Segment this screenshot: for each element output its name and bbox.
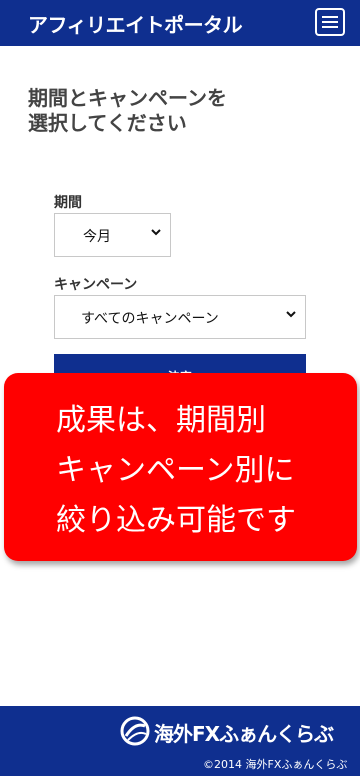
campaign-select-value: すべてのキャンペーン — [81, 311, 219, 327]
footer-logo-text: 海外FXふぁんくらぶ — [154, 722, 334, 746]
hamburger-menu-icon — [322, 16, 338, 18]
period-select-value: 今月 — [83, 229, 111, 245]
callout-line-2: キャンペーン別に — [56, 453, 295, 488]
callout-line-1: 成果は、期間別 — [56, 403, 266, 438]
app-header: アフィリエイトポータル — [0, 0, 360, 46]
swirl-logo-icon — [120, 716, 150, 746]
app-title: アフィリエイトポータル — [28, 13, 243, 37]
page-title: 期間とキャンペーンを 選択してください — [28, 86, 227, 135]
campaign-select[interactable]: すべてのキャンペーン — [54, 295, 306, 339]
callout-line-3: 絞り込み可能です — [56, 503, 296, 538]
app-footer: 海外FXふぁんくらぶ ©2014 海外FXふぁんくらぶ — [0, 706, 360, 776]
feature-callout: 成果は、期間別 キャンペーン別に 絞り込み可能です — [4, 373, 357, 561]
period-select[interactable]: 今月 — [54, 213, 171, 257]
hamburger-menu-button[interactable] — [315, 8, 345, 36]
period-label: 期間 — [54, 195, 82, 211]
copyright-text: ©2014 海外FXふぁんくらぶ — [203, 758, 348, 771]
chevron-down-icon — [151, 229, 161, 236]
chevron-down-icon — [286, 311, 296, 318]
campaign-label: キャンペーン — [54, 277, 138, 293]
